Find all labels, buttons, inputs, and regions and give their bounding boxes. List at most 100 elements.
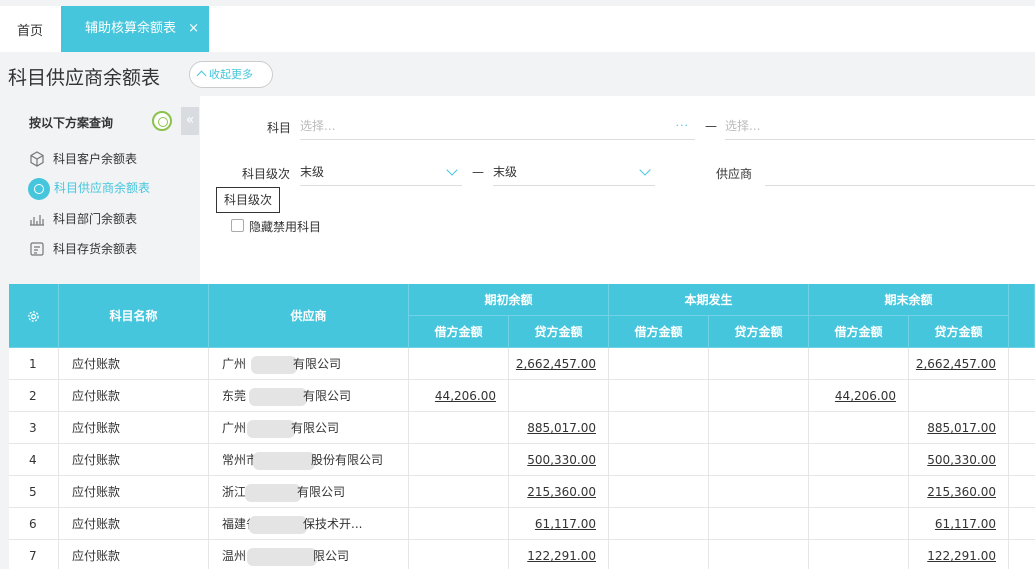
- collapse-more-button[interactable]: 收起更多: [189, 61, 273, 88]
- redacted-blur: [247, 420, 295, 438]
- table-row[interactable]: 7 应付账款 温州 限公司 122,291.00 122,291.00: [9, 540, 1035, 569]
- scheme-item-label: 科目客户余额表: [53, 152, 138, 166]
- level-to-select[interactable]: 末级: [493, 158, 655, 186]
- row-number: 3: [9, 412, 59, 444]
- supplier-cell: 东莞 有限公司: [209, 380, 409, 412]
- page-title: 科目供应商余额表: [8, 67, 161, 89]
- table-row[interactable]: 5 应付账款 浙江 有限公司 215,360.00 215,360.00: [9, 476, 1035, 508]
- level-from-value: 末级: [300, 165, 325, 179]
- supplier-name-prefix: 东莞: [222, 389, 247, 403]
- close-icon[interactable]: ×: [188, 6, 199, 52]
- closing-debit-cell: [809, 348, 909, 380]
- hide-disabled-checkbox[interactable]: [231, 219, 244, 232]
- scheme-settings-icon[interactable]: [152, 111, 172, 131]
- table-row[interactable]: 3 应付账款 广州 有限公司 885,017.00 885,017.00: [9, 412, 1035, 444]
- subject-name-cell: 应付账款: [59, 476, 209, 508]
- opening-credit-cell[interactable]: 885,017.00: [509, 412, 609, 444]
- closing-debit-cell: [809, 476, 909, 508]
- supplier-cell: 常州市 股份有限公司: [209, 444, 409, 476]
- closing-credit-cell[interactable]: 215,360.00: [909, 476, 1009, 508]
- level-label: 科目级次: [242, 167, 291, 181]
- opening-debit-cell: [409, 412, 509, 444]
- row-number: 5: [9, 476, 59, 508]
- opening-credit-cell[interactable]: 61,117.00: [509, 508, 609, 540]
- table-row[interactable]: 2 应付账款 东莞 有限公司 44,206.00 44,206.00: [9, 380, 1035, 412]
- supplier-cell: 福建省 保技术开...: [209, 508, 409, 540]
- col-header-current-credit: 贷方金额: [709, 316, 809, 348]
- supplier-name-suffix: 有限公司: [297, 485, 346, 499]
- gear-icon[interactable]: [27, 310, 40, 323]
- subject-to-input[interactable]: 选择...: [725, 112, 1035, 140]
- scheme-item-label: 科目供应商余额表: [54, 181, 151, 195]
- closing-debit-cell: [809, 540, 909, 569]
- supplier-name-suffix: 有限公司: [291, 421, 340, 435]
- supplier-name-suffix: 保技术开...: [303, 517, 363, 531]
- closing-debit-cell[interactable]: 44,206.00: [809, 380, 909, 412]
- scheme-item-department[interactable]: 科目部门余额表: [29, 208, 137, 230]
- closing-credit-cell[interactable]: 2,662,457.00: [909, 348, 1009, 380]
- current-credit-cell: [709, 508, 809, 540]
- redacted-blur: [249, 388, 307, 406]
- table-row[interactable]: 1 应付账款 广州 有限公司 2,662,457.00 2,662,457.00: [9, 348, 1035, 380]
- closing-debit-cell: [809, 508, 909, 540]
- collapse-panel-icon[interactable]: «: [181, 107, 199, 135]
- subject-name-cell: 应付账款: [59, 540, 209, 569]
- subject-from-input[interactable]: 选择... ···: [300, 112, 695, 140]
- opening-credit-cell[interactable]: 2,662,457.00: [509, 348, 609, 380]
- subject-name-cell: 应付账款: [59, 508, 209, 540]
- opening-credit-cell[interactable]: 500,330.00: [509, 444, 609, 476]
- supplier-name-prefix: 广州: [222, 357, 247, 371]
- supplier-name-suffix: 有限公司: [303, 389, 352, 403]
- table-row[interactable]: 6 应付账款 福建省 保技术开... 61,117.00 61,117.00: [9, 508, 1035, 540]
- more-icon[interactable]: ···: [676, 112, 690, 140]
- col-header-opening-debit: 借方金额: [409, 316, 509, 348]
- current-credit-cell: [709, 412, 809, 444]
- opening-credit-cell[interactable]: 215,360.00: [509, 476, 609, 508]
- col-header-closing: 期末余额: [809, 284, 1009, 316]
- current-debit-cell: [609, 508, 709, 540]
- level-to-value: 末级: [493, 165, 518, 179]
- subject-from-placeholder: 选择...: [300, 119, 336, 133]
- col-header-closing-debit: 借方金额: [809, 316, 909, 348]
- table-settings-cell[interactable]: [9, 284, 59, 348]
- opening-debit-cell: [409, 476, 509, 508]
- col-header-extra: [1009, 284, 1035, 348]
- tab-aux-balance[interactable]: 辅助核算余额表 ×: [61, 6, 209, 52]
- supplier-input[interactable]: [765, 158, 1035, 186]
- redacted-blur: [249, 516, 307, 534]
- supplier-label: 供应商: [716, 167, 753, 181]
- scheme-item-label: 科目存货余额表: [53, 242, 138, 256]
- redacted-blur: [251, 356, 297, 374]
- closing-credit-cell[interactable]: 122,291.00: [909, 540, 1009, 569]
- closing-credit-cell: [909, 380, 1009, 412]
- opening-debit-cell[interactable]: 44,206.00: [409, 380, 509, 412]
- closing-credit-cell[interactable]: 500,330.00: [909, 444, 1009, 476]
- collapse-more-label: 收起更多: [209, 68, 253, 81]
- clock-icon: [28, 177, 50, 200]
- supplier-cell: 浙江 有限公司: [209, 476, 409, 508]
- row-number: 7: [9, 540, 59, 569]
- chevron-down-icon: [639, 164, 651, 176]
- tab-home[interactable]: 首页: [0, 12, 60, 52]
- current-credit-cell: [709, 444, 809, 476]
- closing-credit-cell[interactable]: 885,017.00: [909, 412, 1009, 444]
- row-number: 2: [9, 380, 59, 412]
- current-debit-cell: [609, 380, 709, 412]
- opening-debit-cell: [409, 540, 509, 569]
- scheme-item-supplier[interactable]: 科目供应商余额表: [28, 177, 151, 200]
- cube-icon: [29, 150, 47, 169]
- closing-credit-cell[interactable]: 61,117.00: [909, 508, 1009, 540]
- range-dash: —: [472, 165, 484, 179]
- opening-credit-cell[interactable]: 122,291.00: [509, 540, 609, 569]
- subject-to-placeholder: 选择...: [725, 119, 761, 133]
- range-dash: —: [705, 119, 717, 133]
- supplier-name-prefix: 温州: [222, 549, 247, 563]
- level-from-select[interactable]: 末级: [300, 158, 462, 186]
- subject-label: 科目: [267, 121, 292, 135]
- current-credit-cell: [709, 476, 809, 508]
- scheme-item-inventory[interactable]: 科目存货余额表: [29, 238, 137, 260]
- scheme-item-customer[interactable]: 科目客户余额表: [29, 148, 137, 170]
- current-debit-cell: [609, 540, 709, 569]
- table-row[interactable]: 4 应付账款 常州市 股份有限公司 500,330.00 500,330.00: [9, 444, 1035, 476]
- query-scheme-title: 按以下方案查询: [29, 116, 114, 130]
